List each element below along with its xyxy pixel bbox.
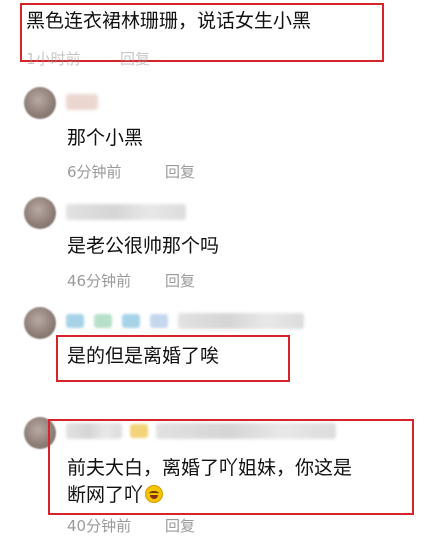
avatar[interactable] [24,307,56,339]
username-blurred[interactable] [66,313,306,329]
comment-3-time: 46分钟前 [67,272,132,290]
username-blurred[interactable] [66,94,98,110]
comment-2-text: 那个小黑 [67,127,144,149]
comment-1-time: 1小时前 [26,50,81,68]
username-blurred[interactable] [66,204,186,220]
comment-5-line2-wrap: 断网了吖 [67,482,164,508]
face-with-tears-of-joy-icon [145,485,164,503]
avatar[interactable] [24,87,56,119]
avatar[interactable] [24,197,56,229]
comment-5-line2: 断网了吖 [67,484,144,506]
comment-2-time: 6分钟前 [67,163,122,181]
comment-3-text: 是老公很帅那个吗 [67,235,220,257]
comment-4-text: 是的但是离婚了唉 [67,345,220,367]
comment-1-reply-button[interactable]: 回复 [120,48,150,69]
comment-2-reply-button[interactable]: 回复 [165,161,195,182]
comment-3-reply-button[interactable]: 回复 [165,270,195,291]
comment-5-line1: 前夫大白，离婚了吖姐妹，你这是 [67,457,353,479]
comment-1-text: 黑色连衣裙林珊珊，说话女生小黑 [26,10,312,32]
